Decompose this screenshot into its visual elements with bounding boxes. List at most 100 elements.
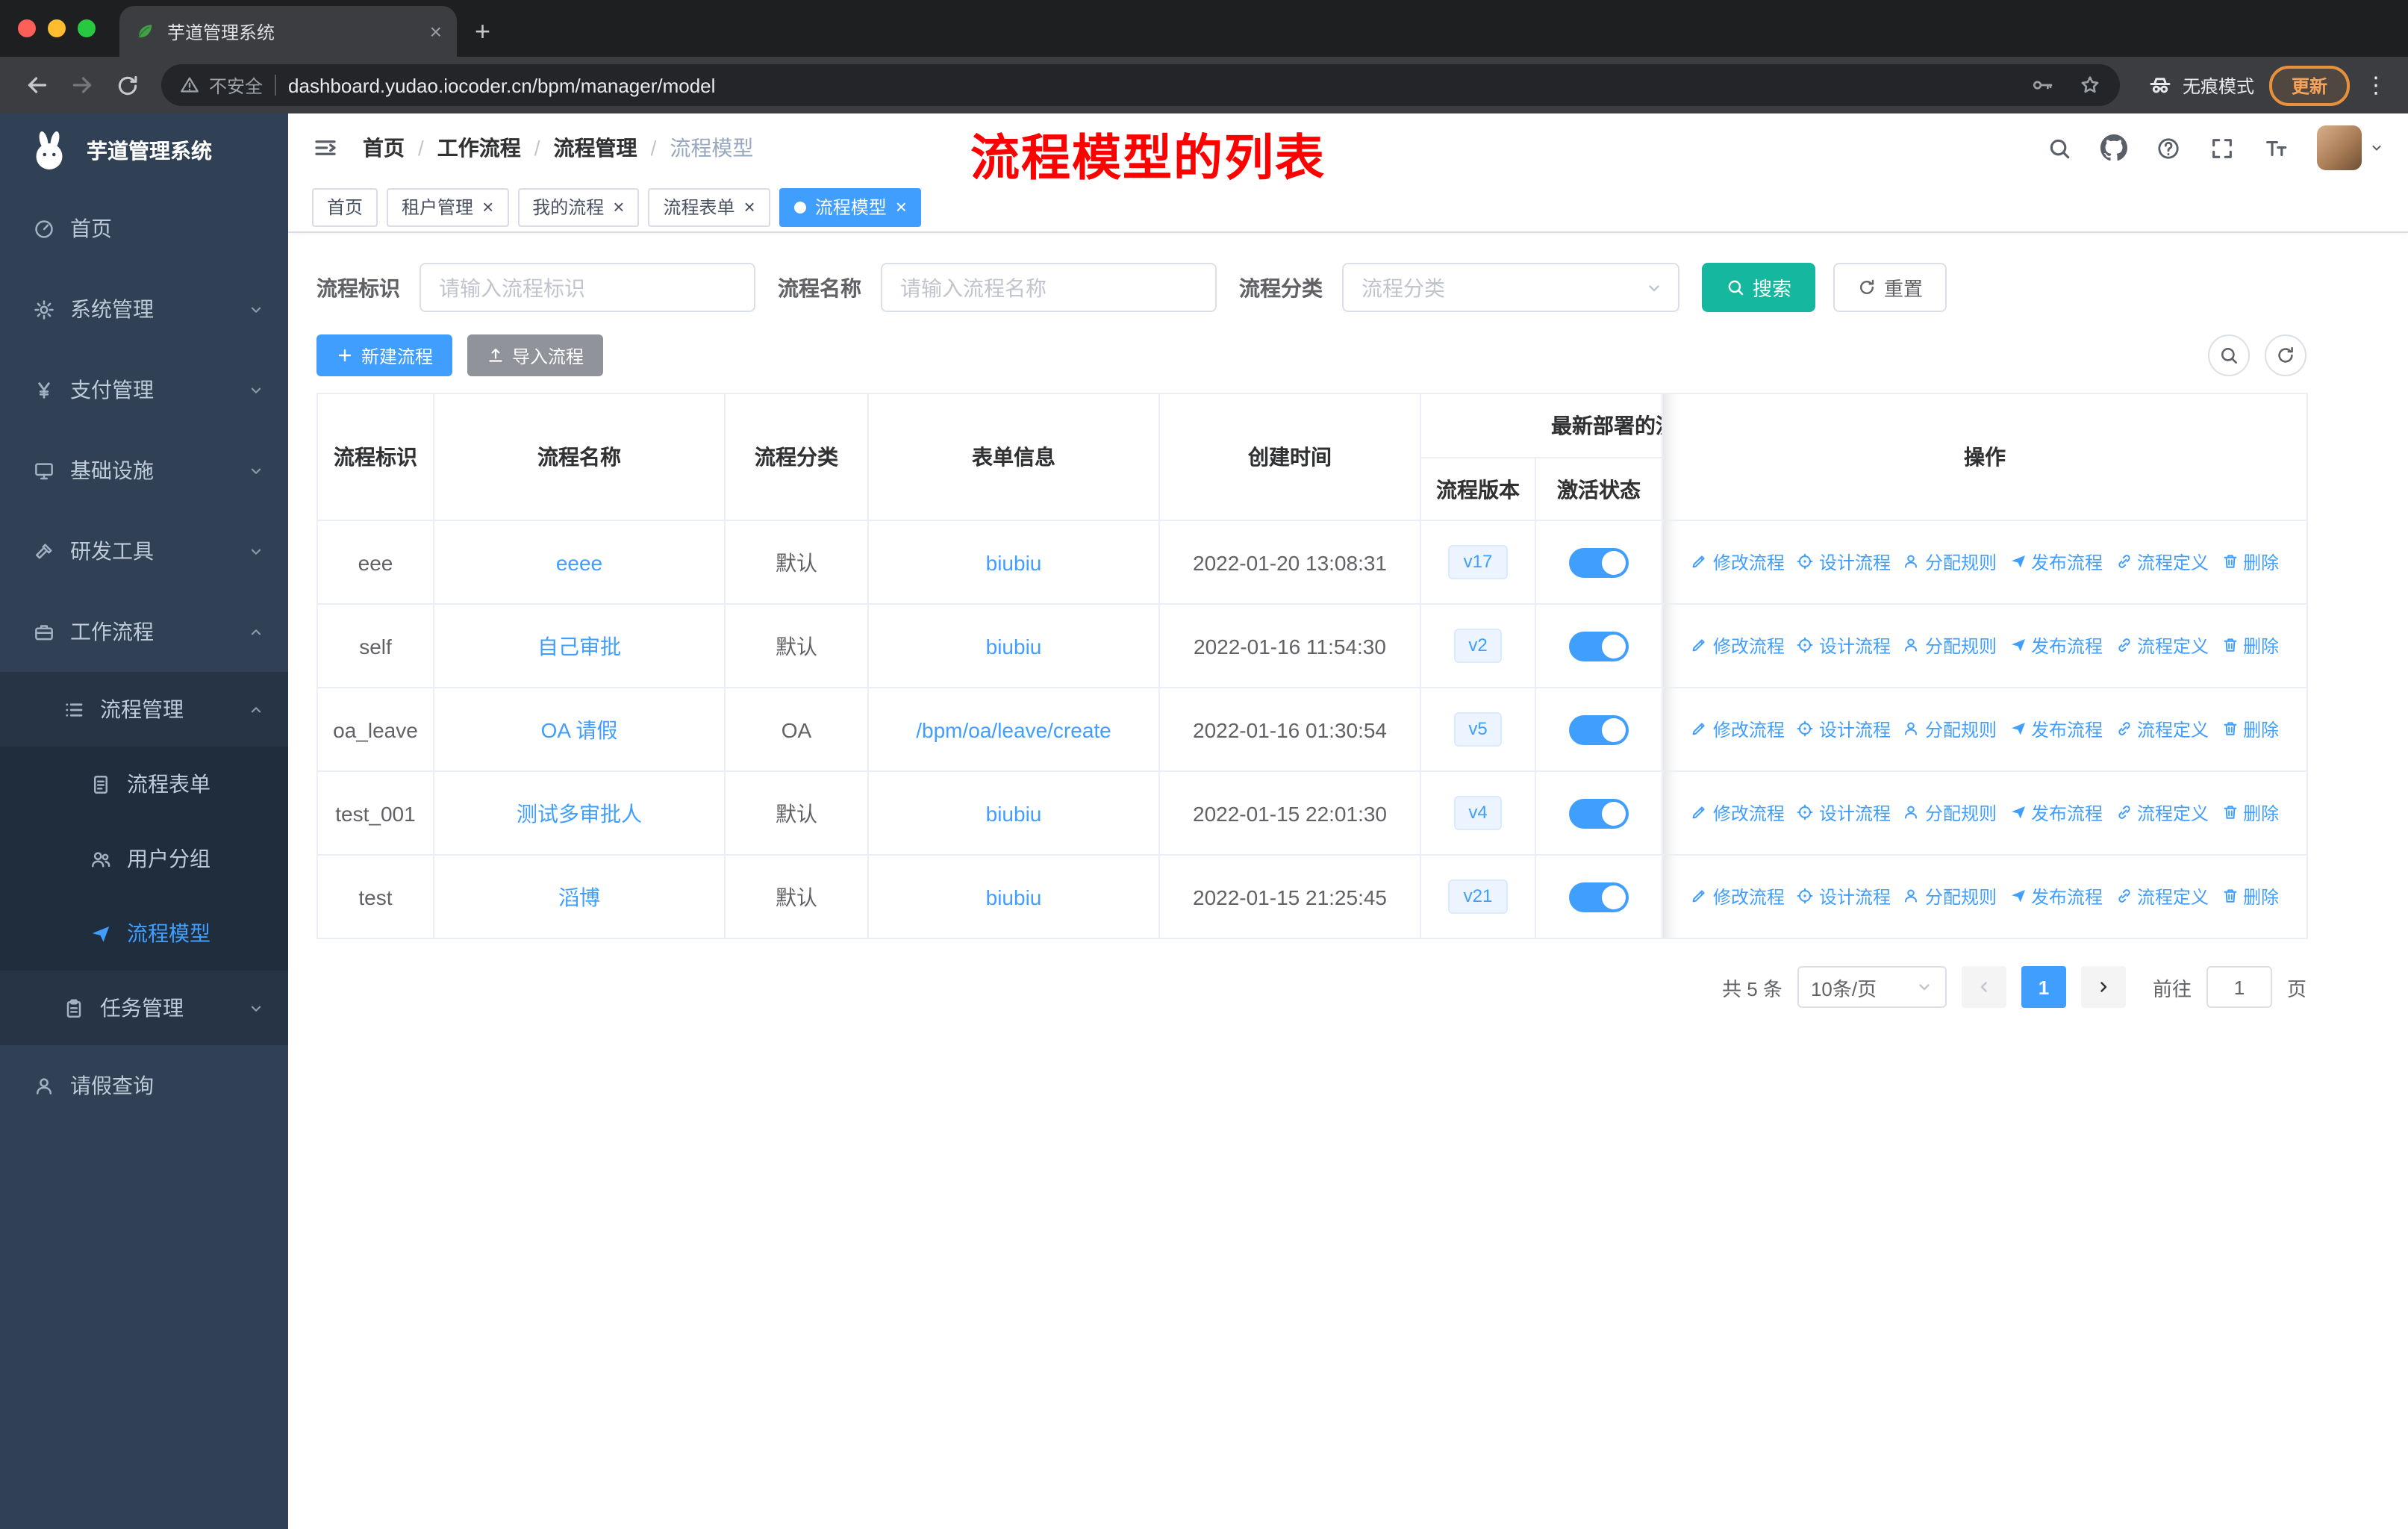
action-design-process[interactable]: 设计流程 xyxy=(1797,884,1891,909)
tag-close-icon[interactable]: × xyxy=(744,197,755,217)
action-assign-rules[interactable]: 分配规则 xyxy=(1903,549,1997,575)
page-number-1[interactable]: 1 xyxy=(2021,966,2066,1008)
prev-page-button[interactable] xyxy=(1961,966,2006,1008)
action-process-definition[interactable]: 流程定义 xyxy=(2115,717,2209,742)
action-delete[interactable]: 删除 xyxy=(2221,717,2279,742)
action-assign-rules[interactable]: 分配规则 xyxy=(1903,884,1997,909)
sidebar-item-home[interactable]: 首页 xyxy=(0,188,288,269)
action-process-definition[interactable]: 流程定义 xyxy=(2115,800,2209,826)
update-button[interactable]: 更新 xyxy=(2268,65,2350,105)
font-size-icon[interactable] xyxy=(2263,135,2289,161)
site-security-indicator[interactable]: 不安全 xyxy=(179,72,263,98)
reload-button[interactable] xyxy=(105,63,149,108)
breadcrumb-item[interactable]: 流程管理 xyxy=(554,133,637,163)
action-assign-rules[interactable]: 分配规则 xyxy=(1903,800,1997,826)
action-publish-process[interactable]: 发布流程 xyxy=(2009,717,2103,742)
tag-home[interactable]: 首页 xyxy=(312,187,378,226)
tag-process-form[interactable]: 流程表单 × xyxy=(648,187,770,226)
page-size-select[interactable]: 10条/页 xyxy=(1797,966,1947,1008)
back-button[interactable] xyxy=(15,63,60,108)
sidebar-toggle-button[interactable] xyxy=(312,134,339,161)
action-assign-rules[interactable]: 分配规则 xyxy=(1903,633,1997,658)
user-menu[interactable] xyxy=(2317,125,2384,170)
toggle-search-button[interactable] xyxy=(2208,334,2250,376)
refresh-table-button[interactable] xyxy=(2265,334,2306,376)
process-name-link[interactable]: 测试多审批人 xyxy=(517,801,642,825)
form-info-link[interactable]: biubiu xyxy=(986,634,1042,658)
active-toggle[interactable] xyxy=(1569,882,1629,912)
action-design-process[interactable]: 设计流程 xyxy=(1797,717,1891,742)
user-avatar[interactable] xyxy=(2317,125,2362,170)
sidebar-item-user-group[interactable]: 用户分组 xyxy=(0,821,288,896)
action-delete[interactable]: 删除 xyxy=(2221,633,2279,658)
active-toggle[interactable] xyxy=(1569,547,1629,577)
github-icon[interactable] xyxy=(2100,134,2127,161)
form-info-link[interactable]: biubiu xyxy=(986,550,1042,574)
browser-menu-icon[interactable]: ⋮ xyxy=(2365,72,2387,99)
tag-process-model[interactable]: 流程模型 × xyxy=(779,187,922,226)
window-minimize-button[interactable] xyxy=(48,19,66,37)
process-name-link[interactable]: OA 请假 xyxy=(541,717,618,741)
action-design-process[interactable]: 设计流程 xyxy=(1797,800,1891,826)
action-process-definition[interactable]: 流程定义 xyxy=(2115,884,2209,909)
action-design-process[interactable]: 设计流程 xyxy=(1797,549,1891,575)
window-close-button[interactable] xyxy=(18,19,36,37)
action-delete[interactable]: 删除 xyxy=(2221,549,2279,575)
process-id-input[interactable] xyxy=(419,263,755,312)
tag-tenant-management[interactable]: 租户管理 × xyxy=(387,187,509,226)
window-zoom-button[interactable] xyxy=(78,19,96,37)
action-design-process[interactable]: 设计流程 xyxy=(1797,633,1891,658)
action-assign-rules[interactable]: 分配规则 xyxy=(1903,717,1997,742)
action-modify-process[interactable]: 修改流程 xyxy=(1691,800,1785,826)
tab-close-icon[interactable]: × xyxy=(430,21,442,42)
sidebar-item-task-management[interactable]: 任务管理 xyxy=(0,971,288,1045)
active-toggle[interactable] xyxy=(1569,631,1629,661)
breadcrumb-item[interactable]: 首页 xyxy=(363,133,405,163)
active-toggle[interactable] xyxy=(1569,798,1629,828)
import-process-button[interactable]: 导入流程 xyxy=(467,334,604,376)
create-process-button[interactable]: 新建流程 xyxy=(316,334,453,376)
new-tab-button[interactable]: + xyxy=(475,18,490,45)
action-modify-process[interactable]: 修改流程 xyxy=(1691,717,1785,742)
action-modify-process[interactable]: 修改流程 xyxy=(1691,549,1785,575)
tag-my-process[interactable]: 我的流程 × xyxy=(517,187,640,226)
action-publish-process[interactable]: 发布流程 xyxy=(2009,633,2103,658)
search-icon[interactable] xyxy=(2047,135,2072,161)
category-select[interactable]: 流程分类 xyxy=(1342,263,1679,312)
fullscreen-icon[interactable] xyxy=(2209,135,2235,161)
action-delete[interactable]: 删除 xyxy=(2221,800,2279,826)
reset-button[interactable]: 重置 xyxy=(1833,263,1947,312)
tag-close-icon[interactable]: × xyxy=(482,197,493,217)
process-name-link[interactable]: eeee xyxy=(556,550,602,574)
breadcrumb-item[interactable]: 工作流程 xyxy=(437,133,521,163)
sidebar-item-system[interactable]: 系统管理 xyxy=(0,269,288,349)
process-name-link[interactable]: 滔博 xyxy=(558,885,600,909)
action-publish-process[interactable]: 发布流程 xyxy=(2009,549,2103,575)
tag-close-icon[interactable]: × xyxy=(896,197,907,217)
next-page-button[interactable] xyxy=(2080,966,2126,1008)
form-info-link[interactable]: biubiu xyxy=(986,885,1042,909)
search-button[interactable]: 搜索 xyxy=(1702,263,1816,312)
process-name-link[interactable]: 自己审批 xyxy=(537,634,621,658)
action-modify-process[interactable]: 修改流程 xyxy=(1691,633,1785,658)
browser-tab[interactable]: 芋道管理系统 × xyxy=(119,6,457,57)
forward-button[interactable] xyxy=(60,63,105,108)
goto-page-input[interactable] xyxy=(2206,966,2272,1008)
sidebar-item-dev-tools[interactable]: 研发工具 xyxy=(0,511,288,591)
action-publish-process[interactable]: 发布流程 xyxy=(2009,800,2103,826)
action-publish-process[interactable]: 发布流程 xyxy=(2009,884,2103,909)
action-modify-process[interactable]: 修改流程 xyxy=(1691,884,1785,909)
action-process-definition[interactable]: 流程定义 xyxy=(2115,633,2209,658)
help-icon[interactable] xyxy=(2156,135,2181,161)
form-info-link[interactable]: /bpm/oa/leave/create xyxy=(916,717,1111,741)
address-bar[interactable]: 不安全 dashboard.yudao.iocoder.cn/bpm/manag… xyxy=(161,64,2120,106)
sidebar-item-process-model[interactable]: 流程模型 xyxy=(0,896,288,971)
action-process-definition[interactable]: 流程定义 xyxy=(2115,549,2209,575)
action-delete[interactable]: 删除 xyxy=(2221,884,2279,909)
sidebar-item-payment[interactable]: 支付管理 xyxy=(0,349,288,430)
active-toggle[interactable] xyxy=(1569,714,1629,744)
sidebar-item-workflow[interactable]: 工作流程 xyxy=(0,591,288,672)
sidebar-item-infrastructure[interactable]: 基础设施 xyxy=(0,430,288,511)
form-info-link[interactable]: biubiu xyxy=(986,801,1042,825)
password-key-icon[interactable] xyxy=(2030,73,2054,97)
